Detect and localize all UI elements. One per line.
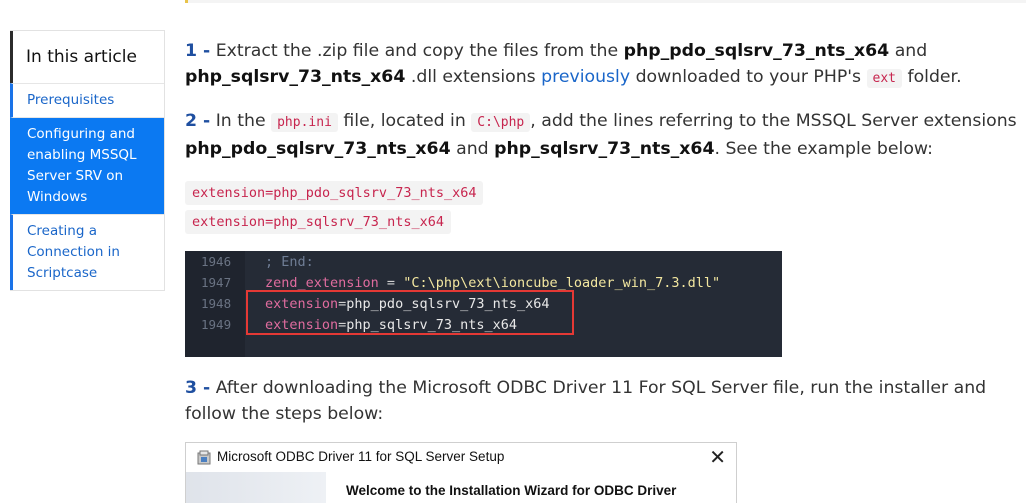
inline-code: php.ini [271, 113, 338, 132]
text: file, located in [337, 111, 472, 131]
bold-filename: php_sqlsrv_73_nts_x64 [494, 139, 715, 159]
toc-item-prerequisites[interactable]: Prerequisites [10, 83, 164, 117]
text: . See the example below: [714, 139, 933, 159]
toc-title: In this article [10, 31, 164, 83]
step-1-paragraph: 1 - Extract the .zip file and copy the f… [185, 38, 962, 92]
code-editor-screenshot: 1946 1947 1948 1949 ; End: zend_extensio… [185, 251, 782, 357]
article-toc: In this article Prerequisites Configurin… [10, 30, 165, 291]
code-operator: = [378, 275, 404, 291]
code-line: ; End: [265, 254, 314, 270]
text: Extract the .zip file and copy the files… [210, 41, 624, 61]
step-3-paragraph: 3 - After downloading the Microsoft ODBC… [185, 375, 1020, 427]
line-number: 1946 [201, 254, 232, 269]
bold-filename: php_pdo_sqlsrv_73_nts_x64 [623, 41, 890, 61]
dialog-title: Microsoft ODBC Driver 11 for SQL Server … [217, 449, 505, 464]
step-2-paragraph: 2 - In the php.ini file, located in C:\p… [185, 108, 1017, 162]
text: folder. [902, 67, 962, 87]
inline-code: C:\php [471, 113, 531, 132]
text: In the [210, 111, 272, 131]
installer-dialog-screenshot: Microsoft ODBC Driver 11 for SQL Server … [185, 442, 737, 503]
dialog-welcome-heading: Welcome to the Installation Wizard for O… [346, 483, 677, 498]
dialog-banner [186, 472, 326, 503]
code-snippet: extension=php_pdo_sqlsrv_73_nts_x64 [185, 181, 484, 205]
installer-icon [197, 450, 211, 465]
highlight-box [246, 290, 574, 335]
step-number: 3 - [185, 378, 211, 398]
step-number: 1 - [185, 41, 211, 61]
text: After downloading the Microsoft ODBC Dri… [185, 378, 987, 424]
close-icon[interactable]: ✕ [709, 445, 726, 469]
line-number: 1949 [201, 317, 232, 332]
toc-item-creating-connection[interactable]: Creating a Connection in Scriptcase [10, 214, 164, 290]
code-key: zend_extension [265, 275, 379, 291]
step-number: 2 - [185, 111, 211, 131]
line-number: 1948 [201, 296, 232, 311]
bold-filename: php_pdo_sqlsrv_73_nts_x64 [185, 139, 451, 159]
text: downloaded to your PHP's [630, 67, 867, 87]
code-line: zend_extension = "C:\php\ext\ioncube_loa… [265, 275, 720, 291]
bold-filename: php_sqlsrv_73_nts_x64 [185, 67, 406, 87]
text: , add the lines referring to the MSSQL S… [530, 111, 1017, 131]
text: .dll extensions [405, 67, 542, 87]
toc-item-configuring-mssql[interactable]: Configuring and enabling MSSQL Server SR… [10, 117, 164, 214]
code-comment: ; End: [265, 254, 314, 270]
text: and [450, 139, 495, 159]
code-snippet: extension=php_sqlsrv_73_nts_x64 [185, 210, 451, 234]
inline-code: ext [866, 69, 902, 88]
line-number: 1947 [201, 275, 232, 290]
previously-link[interactable]: previously [541, 67, 630, 87]
code-string: "C:\php\ext\ioncube_loader_win_7.3.dll" [403, 275, 721, 291]
text: and [889, 41, 928, 61]
top-divider [185, 0, 1026, 3]
